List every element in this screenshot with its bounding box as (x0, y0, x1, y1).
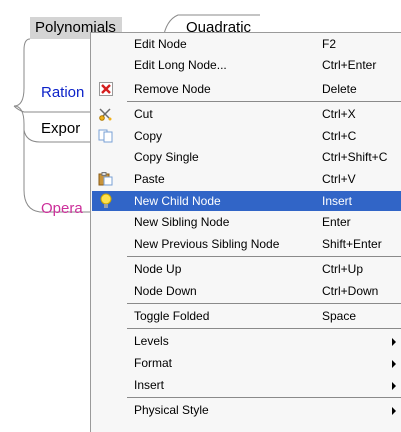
node-rational[interactable]: Ration (41, 84, 84, 101)
menu-separator (127, 397, 401, 398)
menu-item-copy-single[interactable]: Copy Single Ctrl+Shift+C (92, 147, 401, 167)
menu-item-label: Remove Node (134, 82, 211, 96)
menu-item-paste[interactable]: Paste Ctrl+V (92, 169, 401, 189)
remove-icon (98, 82, 114, 96)
rational-edge (13, 105, 90, 113)
scissors-icon (98, 107, 114, 121)
menu-item-shortcut: Delete (322, 82, 357, 96)
copy-icon (98, 129, 114, 143)
submenu-arrow-icon (392, 338, 396, 346)
menu-item-shortcut: Ctrl+Down (322, 284, 379, 298)
menu-separator (127, 303, 401, 304)
menu-item-label: Paste (134, 172, 165, 186)
submenu-arrow-icon (392, 382, 396, 390)
menu-item-copy[interactable]: Copy Ctrl+C (92, 126, 401, 146)
menu-item-label: New Child Node (134, 194, 221, 208)
menu-item-shortcut: Ctrl+V (322, 172, 356, 186)
menu-item-levels[interactable]: Levels (92, 331, 401, 351)
menu-item-new-previous-sibling-node[interactable]: New Previous Sibling Node Shift+Enter (92, 234, 401, 254)
menu-item-label: Cut (134, 107, 153, 121)
menu-item-new-sibling-node[interactable]: New Sibling Node Enter (92, 212, 401, 232)
menu-item-shortcut: Enter (322, 215, 351, 229)
menu-item-new-child-node[interactable]: New Child Node Insert (92, 191, 401, 211)
menu-item-shortcut: Space (322, 309, 357, 323)
menu-item-label: Physical Style (134, 403, 209, 417)
menu-item-shortcut: Insert (322, 194, 353, 208)
menu-item-label: Node Down (134, 284, 197, 298)
menu-item-cut[interactable]: Cut Ctrl+X (92, 104, 401, 124)
menu-item-remove-node[interactable]: Remove Node Delete (92, 79, 401, 99)
menu-item-insert[interactable]: Insert (92, 375, 401, 395)
menu-separator (127, 101, 401, 102)
menu-item-edit-long-node[interactable]: Edit Long Node... Ctrl+Enter (92, 55, 401, 75)
menu-item-shortcut: Ctrl+Shift+C (322, 150, 388, 164)
menu-item-label: Format (134, 356, 173, 370)
lightbulb-icon (98, 193, 114, 208)
menu-item-label: New Previous Sibling Node (134, 237, 280, 251)
menu-item-label: Edit Node (134, 37, 187, 51)
menu-item-label: Copy (134, 129, 163, 143)
paste-icon (98, 172, 114, 186)
context-menu: Edit Node F2 Edit Long Node... Ctrl+Ente… (90, 32, 401, 432)
menu-item-label: Edit Long Node... (134, 58, 227, 72)
menu-item-label: Toggle Folded (134, 309, 210, 323)
submenu-arrow-icon (392, 360, 396, 368)
menu-item-physical-style[interactable]: Physical Style (92, 400, 401, 420)
menu-item-label: Copy Single (134, 150, 199, 164)
menu-item-label: Levels (134, 334, 169, 348)
menu-item-node-up[interactable]: Node Up Ctrl+Up (92, 259, 401, 279)
menu-item-toggle-folded[interactable]: Toggle Folded Space (92, 306, 401, 326)
menu-item-label: New Sibling Node (134, 215, 230, 229)
menu-item-edit-node[interactable]: Edit Node F2 (92, 34, 401, 54)
menu-item-shortcut: Shift+Enter (322, 237, 382, 251)
submenu-arrow-icon (392, 407, 396, 415)
menu-item-format[interactable]: Format (92, 353, 401, 373)
menu-item-label: Insert (134, 378, 165, 392)
node-exponent[interactable]: Expor (41, 120, 80, 137)
menu-item-shortcut: Ctrl+Enter (322, 58, 377, 72)
menu-separator (127, 328, 401, 329)
node-operations[interactable]: Opera (41, 200, 83, 217)
menu-item-shortcut: Ctrl+C (322, 129, 357, 143)
menu-item-shortcut: Ctrl+X (322, 107, 356, 121)
menu-item-label: Node Up (134, 262, 182, 276)
menu-separator (127, 256, 401, 257)
menu-item-shortcut: Ctrl+Up (322, 262, 364, 276)
menu-item-node-down[interactable]: Node Down Ctrl+Down (92, 281, 401, 301)
menu-item-shortcut: F2 (322, 37, 337, 51)
